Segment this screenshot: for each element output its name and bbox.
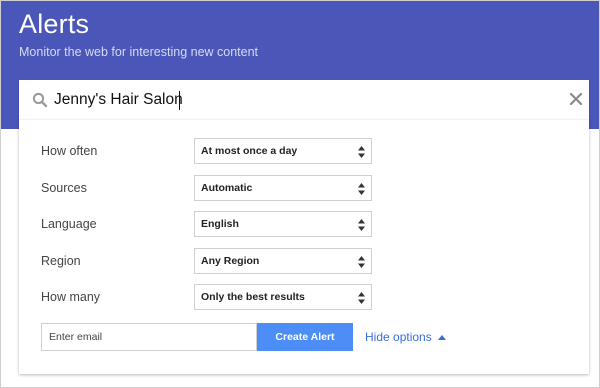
search-box[interactable] [19,80,589,120]
select-arrows-icon [358,218,365,231]
option-label-region: Region [41,254,81,268]
select-arrows-icon [358,291,365,304]
how-many-select[interactable]: Only the best results [194,284,372,310]
language-select[interactable]: English [194,211,372,237]
select-arrows-icon [358,255,365,268]
page-title: Alerts [19,9,90,39]
option-row-region: Region Any Region [19,248,589,276]
close-icon[interactable] [567,90,585,108]
how-often-select[interactable]: At most once a day [194,138,372,164]
hide-options-label: Hide options [365,330,432,344]
how-many-value: Only the best results [201,291,305,303]
select-arrows-icon [358,182,365,195]
email-field[interactable] [41,323,257,351]
alerts-window: Alerts Monitor the web for interesting n… [0,0,600,388]
page-subtitle: Monitor the web for interesting new cont… [19,45,259,59]
alerts-header: Alerts Monitor the web for interesting n… [1,1,599,129]
option-row-sources: Sources Automatic [19,175,589,203]
hide-options-link[interactable]: Hide options [365,330,446,344]
search-icon [31,91,49,109]
option-label-sources: Sources [41,181,87,195]
search-input[interactable] [54,87,554,113]
text-cursor [179,91,180,110]
language-value: English [201,218,239,230]
sources-value: Automatic [201,182,253,194]
alert-options-panel: How often At most once a day Sources Aut… [19,120,589,374]
sources-select[interactable]: Automatic [194,175,372,201]
option-label-how-many: How many [41,290,101,304]
option-row-how-often: How often At most once a day [19,138,589,166]
region-select[interactable]: Any Region [194,248,372,274]
option-row-how-many: How many Only the best results [19,284,589,312]
select-arrows-icon [358,145,365,158]
create-alert-button[interactable]: Create Alert [257,323,353,351]
how-often-value: At most once a day [201,145,298,157]
region-value: Any Region [201,255,260,267]
option-label-language: Language [41,217,97,231]
option-label-how-often: How often [41,144,98,158]
option-row-language: Language English [19,211,589,239]
caret-up-icon [437,335,446,340]
